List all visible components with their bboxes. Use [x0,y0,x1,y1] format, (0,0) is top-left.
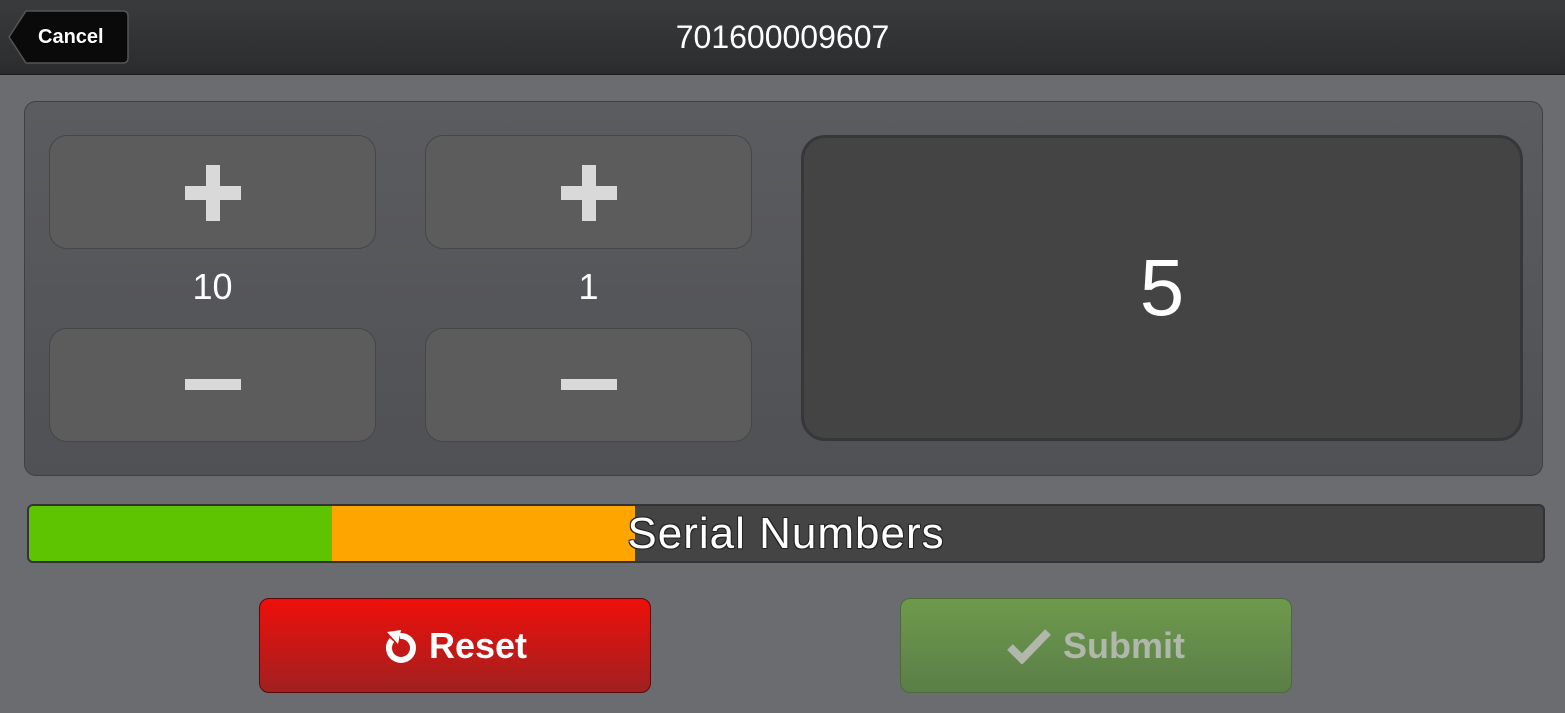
cancel-button[interactable]: Cancel [8,10,129,64]
increment-ones-button[interactable] [425,135,752,249]
increment-tens-button[interactable] [49,135,376,249]
minus-icon [426,329,751,441]
submit-button-label: Submit [1063,624,1185,666]
submit-button[interactable]: Submit [900,598,1292,693]
checkmark-icon [1007,628,1051,664]
tens-step-label: 10 [192,266,233,307]
ones-step-label: 1 [578,266,599,307]
plus-icon [426,136,751,248]
progress-label: Serial Numbers [627,509,945,558]
decrement-ones-button[interactable] [425,328,752,442]
page-title: 701600009607 [675,19,890,55]
undo-icon [385,629,416,663]
decrement-tens-button[interactable] [49,328,376,442]
quantity-value: 5 [1139,243,1185,332]
header-bar: Cancel 701600009607 [0,0,1565,75]
reset-button-label: Reset [428,624,528,666]
quantity-display: 5 [801,135,1523,441]
cancel-button-label: Cancel [38,26,104,48]
serial-numbers-progress-bar: Serial Numbers [27,504,1545,563]
plus-icon [50,136,375,248]
minus-icon [50,329,375,441]
reset-button[interactable]: Reset [259,598,651,693]
